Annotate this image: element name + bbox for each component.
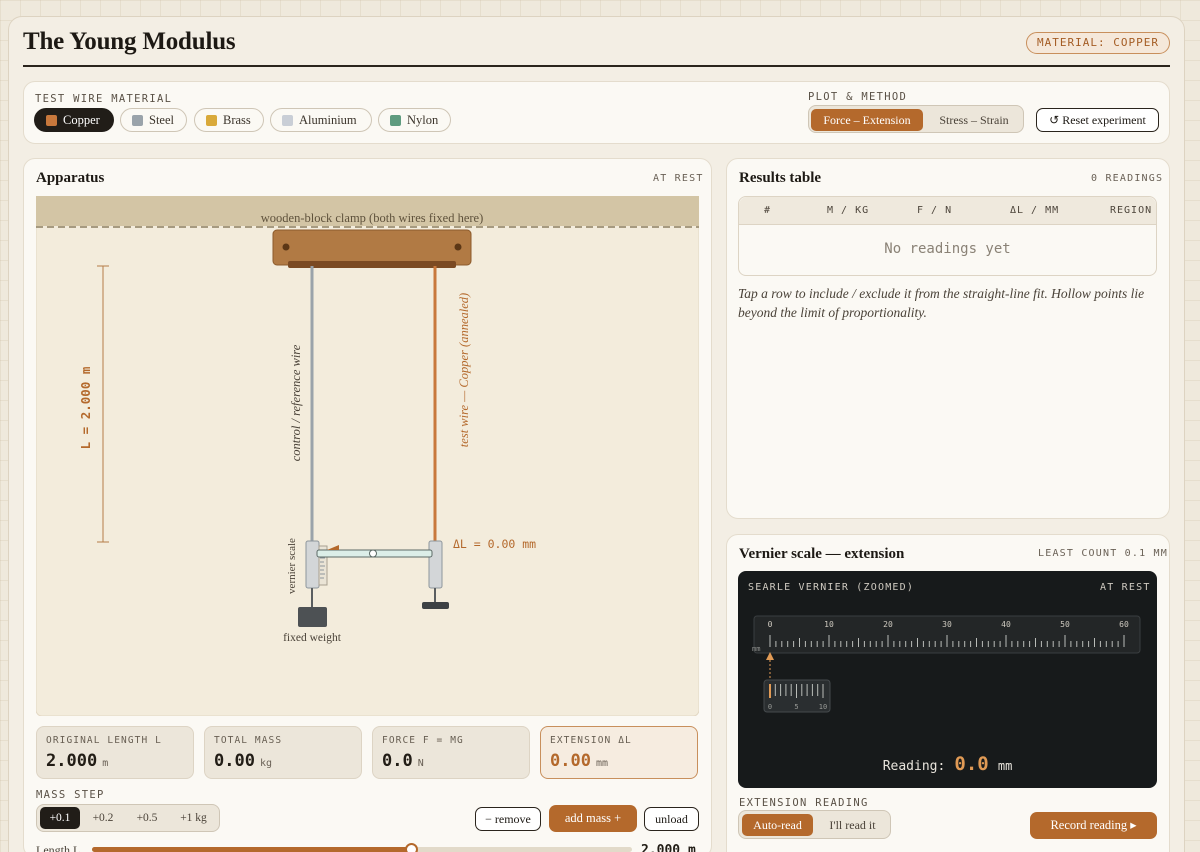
add-mass-button[interactable]: add mass + — [549, 805, 637, 832]
fixed-weight — [298, 607, 327, 627]
main-scale-tick-label: 30 — [942, 620, 952, 629]
mass-step-0-2[interactable]: +0.2 — [84, 807, 122, 829]
extension-reading-label: EXTENSION READING — [739, 797, 869, 809]
main-scale-tick-label: 0 — [768, 620, 773, 629]
vernier-tick-label: 5 — [794, 703, 798, 711]
steel-swatch — [132, 115, 143, 126]
col-force: F / N — [917, 205, 953, 216]
plot-method-toggle: Force – Extension Stress – Strain — [808, 105, 1024, 133]
material-chip-brass[interactable]: Brass — [194, 108, 264, 132]
read-mode-manual[interactable]: I'll read it — [817, 814, 888, 836]
read-mode-toggle: Auto-read I'll read it — [738, 810, 891, 839]
vernier-panel-title: SEARLE VERNIER (ZOOMED) — [748, 582, 915, 593]
vernier-reading: Reading: 0.0 mm — [738, 753, 1157, 775]
reset-experiment-button[interactable]: ↺ Reset experiment — [1036, 108, 1159, 132]
stat-original-length: ORIGINAL LENGTH L 2.000 m — [36, 726, 194, 779]
apparatus-title: Apparatus — [36, 170, 105, 186]
stat-value: 0.0 N — [382, 751, 424, 771]
vernier-scale-graphic: 0 10 20 30 40 50 60 mm 0 5 10 — [752, 615, 1141, 713]
vernier-side-label: vernier scale — [286, 538, 298, 594]
stat-value: 2.000 m — [46, 751, 109, 771]
material-chip-steel[interactable]: Steel — [120, 108, 187, 132]
mass-step-0-1[interactable]: +0.1 — [40, 807, 80, 829]
clamp-label: wooden-block clamp (both wires fixed her… — [261, 211, 484, 225]
mass-step-label: MASS STEP — [36, 789, 105, 801]
vernier-panel-status: AT REST — [1100, 582, 1151, 593]
chip-label: Nylon — [407, 113, 439, 127]
brass-swatch — [206, 115, 217, 126]
stat-label: EXTENSION ΔL — [550, 735, 632, 746]
vernier-right-block — [428, 540, 443, 589]
least-count: LEAST COUNT 0.1 MM — [1038, 548, 1168, 559]
results-title: Results table — [739, 170, 822, 186]
record-reading-button[interactable]: Record reading ▸ — [1030, 812, 1157, 839]
page-title: The Young Modulus — [23, 28, 236, 55]
length-slider-value: 2.000 m — [641, 843, 696, 852]
apparatus-status: AT REST — [653, 173, 704, 184]
vernier-tick-label: 0 — [768, 703, 772, 711]
vernier-tick-label: 10 — [819, 703, 827, 711]
material-badge: MATERIAL: COPPER — [1026, 32, 1170, 54]
length-slider-label: Length L — [36, 843, 81, 852]
length-slider-thumb[interactable] — [404, 843, 418, 852]
stat-value: 0.00 kg — [214, 751, 272, 771]
aluminium-swatch — [282, 115, 293, 126]
copper-swatch — [46, 115, 57, 126]
stat-extension: EXTENSION ΔL 0.00 mm — [540, 726, 698, 779]
main-scale-tick-label: 50 — [1060, 620, 1070, 629]
length-slider-track[interactable] — [92, 843, 632, 852]
test-wire-label: test wire — Copper (annealed) — [457, 293, 471, 447]
main-scale-unit: mm — [752, 645, 760, 653]
chip-label: Aluminium — [299, 113, 357, 127]
remove-mass-button[interactable]: − remove — [475, 807, 541, 831]
reading-label: Reading: — [882, 759, 946, 774]
material-label: TEST WIRE MATERIAL — [35, 93, 173, 105]
vernier-title: Vernier scale — extension — [739, 546, 905, 562]
material-chip-nylon[interactable]: Nylon — [378, 108, 451, 132]
col-extension: ΔL / MM — [1010, 205, 1060, 216]
col-region: REGION — [1110, 205, 1153, 216]
length-label: L = 2.000 m — [78, 366, 93, 449]
stat-label: TOTAL MASS — [214, 735, 283, 746]
length-slider-fill — [92, 847, 411, 852]
plot-stress-strain[interactable]: Stress – Strain — [927, 109, 1021, 131]
readings-count: 0 READINGS — [1091, 173, 1164, 184]
control-wire-label: control / reference wire — [289, 344, 303, 461]
nylon-swatch — [390, 115, 401, 126]
read-mode-auto[interactable]: Auto-read — [742, 814, 813, 836]
chip-label: Steel — [149, 113, 174, 127]
stat-total-mass: TOTAL MASS 0.00 kg — [204, 726, 362, 779]
material-chip-copper[interactable]: Copper — [34, 108, 114, 132]
material-chip-aluminium[interactable]: Aluminium — [270, 108, 372, 132]
main-scale-tick-label: 60 — [1119, 620, 1129, 629]
mass-step-1[interactable]: +1 kg — [171, 807, 216, 829]
apparatus-diagram: wooden-block clamp (both wires fixed her… — [36, 196, 699, 716]
main-scale-tick-label: 20 — [883, 620, 893, 629]
col-index: # — [764, 205, 772, 216]
vernier-left-block — [305, 540, 320, 589]
main-scale-tick-label: 40 — [1001, 620, 1011, 629]
reading-unit: mm — [997, 759, 1013, 773]
fixed-weight-label: fixed weight — [283, 632, 342, 644]
unload-button[interactable]: unload — [644, 807, 699, 831]
col-mass: M / KG — [827, 205, 870, 216]
stat-force: FORCE F = MG 0.0 N — [372, 726, 530, 779]
reading-value: 0.0 — [954, 753, 989, 775]
stat-label: FORCE F = MG — [382, 735, 464, 746]
stat-value: 0.00 mm — [550, 751, 608, 771]
chip-label: Brass — [223, 113, 251, 127]
mass-hanger — [422, 602, 449, 609]
empty-results-text: No readings yet — [884, 241, 1011, 257]
plot-method-label: PLOT & METHOD — [808, 91, 908, 103]
results-note: Tap a row to include / exclude it from t… — [738, 286, 1145, 320]
stat-label: ORIGINAL LENGTH L — [46, 735, 162, 746]
main-scale-tick-label: 10 — [824, 620, 834, 629]
chip-label: Copper — [63, 113, 100, 127]
mass-step-0-5[interactable]: +0.5 — [127, 807, 167, 829]
extension-label: ΔL = 0.00 mm — [453, 537, 536, 551]
title-divider — [23, 65, 1170, 67]
plot-force-extension[interactable]: Force – Extension — [811, 109, 923, 131]
wooden-block-clamp — [272, 229, 472, 266]
